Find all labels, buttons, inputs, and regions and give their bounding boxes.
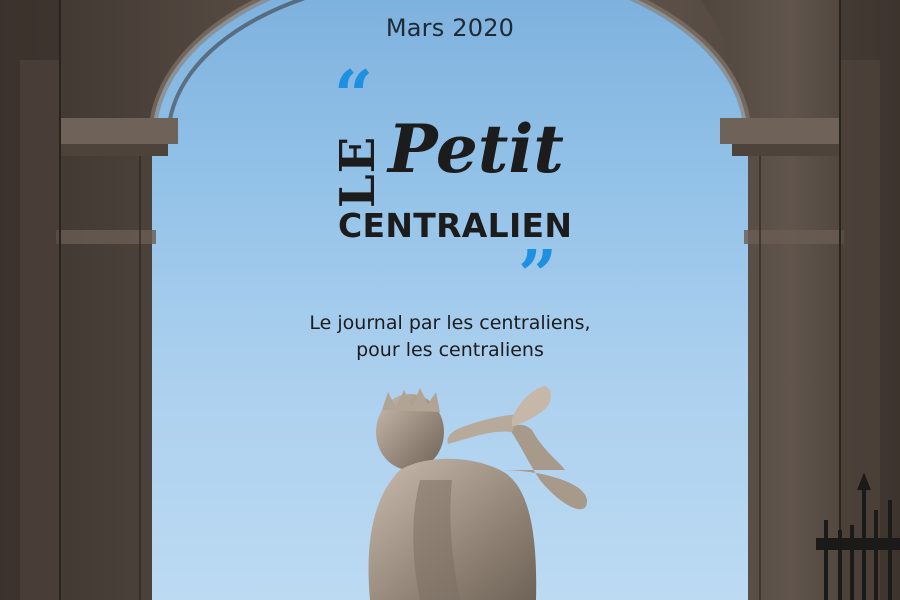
logo-le: LE <box>330 130 386 214</box>
logo-petit: Petit <box>388 110 564 188</box>
tagline-line-2: pour les centraliens <box>356 339 544 361</box>
arch-illustration <box>0 0 900 600</box>
tagline: Le journal par les centraliens, pour les… <box>0 310 900 364</box>
close-quote-icon: ” <box>518 236 558 316</box>
issue-date: Mars 2020 <box>385 14 515 42</box>
open-quote-icon: “ <box>334 56 374 136</box>
magazine-cover: Mars 2020 “ LE Petit CENTRALIEN ” Le jou… <box>0 0 900 600</box>
statue <box>368 386 588 600</box>
logo-le-text: LE <box>330 135 386 209</box>
tagline-line-1: Le journal par les centraliens, <box>309 312 591 334</box>
